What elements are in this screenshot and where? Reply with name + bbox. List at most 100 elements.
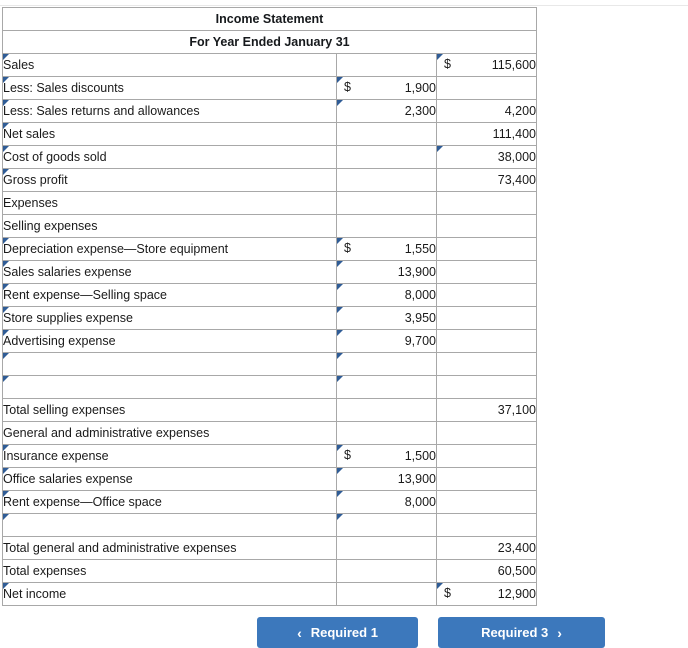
- account-select-cell[interactable]: [2, 375, 337, 399]
- detail-amount-input[interactable]: 8,000: [336, 283, 437, 307]
- detail-amount-input[interactable]: 3,950: [336, 306, 437, 330]
- account-select-cell[interactable]: [2, 513, 337, 537]
- total-amount-cell: [435, 237, 538, 261]
- statement-row: Total expenses 60,500: [2, 559, 538, 583]
- total-amount-value: 4,200: [504, 103, 537, 118]
- statement-row: Cost of goods sold 38,000: [2, 145, 538, 169]
- detail-amount-value: 1,500: [404, 448, 436, 463]
- account-select-cell[interactable]: Rent expense—Selling space: [2, 283, 337, 307]
- account-label-cell: Total expenses: [2, 559, 337, 583]
- account-label-cell: Selling expenses: [2, 214, 337, 238]
- account-select-cell[interactable]: Advertising expense: [2, 329, 337, 353]
- total-amount-cell: 4,200: [435, 99, 538, 123]
- account-select-cell[interactable]: Depreciation expense—Store equipment: [2, 237, 337, 261]
- detail-amount-cell: [336, 536, 437, 560]
- detail-amount-value: 1,550: [404, 241, 436, 256]
- total-amount-value: 115,600: [491, 57, 537, 72]
- account-select-cell[interactable]: Gross profit: [2, 168, 337, 192]
- statement-row: [2, 375, 538, 399]
- account-select-cell[interactable]: [2, 352, 337, 376]
- statement-row: Net sales 111,400: [2, 122, 538, 146]
- detail-amount-input[interactable]: $1,500: [336, 444, 437, 468]
- chevron-left-icon: ‹: [297, 624, 302, 641]
- account-select-cell[interactable]: Rent expense—Office space: [2, 490, 337, 514]
- detail-amount-cell: [336, 214, 437, 238]
- account-select-cell[interactable]: Sales salaries expense: [2, 260, 337, 284]
- detail-amount-value: 3,950: [404, 310, 436, 325]
- detail-amount-value: 13,900: [397, 264, 436, 279]
- statement-period: For Year Ended January 31: [1, 30, 538, 54]
- detail-amount-value: 1,900: [404, 80, 436, 95]
- statement-title: Income Statement: [1, 7, 538, 31]
- statement-row: Rent expense—Office space 8,000: [2, 490, 538, 514]
- total-amount-input[interactable]: $12,900: [435, 582, 538, 606]
- account-select-cell[interactable]: Sales: [2, 53, 337, 77]
- total-amount-value: 73,400: [497, 172, 537, 187]
- total-amount-cell: 73,400: [435, 168, 538, 192]
- detail-amount-input[interactable]: 2,300: [336, 99, 437, 123]
- total-amount-cell: [435, 490, 538, 514]
- account-label-cell: Total general and administrative expense…: [2, 536, 337, 560]
- total-amount-cell: [435, 76, 538, 100]
- currency-symbol: $: [344, 241, 351, 255]
- statement-period-row: For Year Ended January 31: [1, 30, 538, 54]
- account-select-cell[interactable]: Less: Sales returns and allowances: [2, 99, 337, 123]
- detail-amount-input[interactable]: 13,900: [336, 260, 437, 284]
- total-amount-cell: [435, 306, 538, 330]
- detail-amount-input[interactable]: $1,550: [336, 237, 437, 261]
- statement-row: Total selling expenses 37,100: [2, 398, 538, 422]
- previous-requirement-button[interactable]: ‹ Required 1: [257, 617, 418, 648]
- next-requirement-button[interactable]: Required 3 ›: [438, 617, 605, 648]
- detail-amount-value: 8,000: [404, 287, 436, 302]
- detail-amount-input[interactable]: 13,900: [336, 467, 437, 491]
- chevron-right-icon: ›: [557, 624, 562, 641]
- total-amount-cell: [435, 214, 538, 238]
- navigation-button-row: ‹ Required 1 Required 3 ›: [0, 617, 688, 648]
- total-amount-input[interactable]: $115,600: [435, 53, 538, 77]
- statement-row: Store supplies expense 3,950: [2, 306, 538, 330]
- account-select-cell[interactable]: Net sales: [2, 122, 337, 146]
- detail-amount-input[interactable]: [336, 375, 437, 399]
- detail-amount-value: 2,300: [404, 103, 436, 118]
- total-amount-value: 38,000: [497, 149, 537, 164]
- account-label-cell: Total selling expenses: [2, 398, 337, 422]
- total-amount-value: 23,400: [497, 540, 537, 555]
- detail-amount-input[interactable]: $1,900: [336, 76, 437, 100]
- statement-row: Selling expenses: [2, 214, 538, 238]
- detail-amount-input[interactable]: [336, 513, 437, 537]
- detail-amount-input[interactable]: 8,000: [336, 490, 437, 514]
- account-select-cell[interactable]: Cost of goods sold: [2, 145, 337, 169]
- statement-row: Sales $115,600: [2, 53, 538, 77]
- total-amount-cell: [435, 375, 538, 399]
- total-amount-cell: 23,400: [435, 536, 538, 560]
- account-label-cell: General and administrative expenses: [2, 421, 337, 445]
- total-amount-cell: 60,500: [435, 559, 538, 583]
- total-amount-cell: [435, 421, 538, 445]
- total-amount-input[interactable]: 38,000: [435, 145, 538, 169]
- statement-row: Gross profit 73,400: [2, 168, 538, 192]
- detail-amount-cell: [336, 145, 437, 169]
- detail-amount-input[interactable]: [336, 352, 437, 376]
- detail-amount-cell: [336, 559, 437, 583]
- total-amount-cell: [435, 283, 538, 307]
- total-amount-cell: [435, 260, 538, 284]
- total-amount-cell: [435, 191, 538, 215]
- statement-row: [2, 352, 538, 376]
- statement-row: Office salaries expense 13,900: [2, 467, 538, 491]
- account-select-cell[interactable]: Insurance expense: [2, 444, 337, 468]
- detail-amount-input[interactable]: 9,700: [336, 329, 437, 353]
- total-amount-cell: [435, 329, 538, 353]
- statement-row: [2, 513, 538, 537]
- detail-amount-cell: [336, 398, 437, 422]
- statement-row: Less: Sales returns and allowances 2,300 4…: [2, 99, 538, 123]
- total-amount-cell: 37,100: [435, 398, 538, 422]
- statement-row: Sales salaries expense 13,900: [2, 260, 538, 284]
- detail-amount-value: 9,700: [404, 333, 436, 348]
- account-select-cell[interactable]: Less: Sales discounts: [2, 76, 337, 100]
- account-select-cell[interactable]: Net income: [2, 582, 337, 606]
- account-select-cell[interactable]: Store supplies expense: [2, 306, 337, 330]
- total-amount-value: 111,400: [492, 126, 537, 141]
- detail-amount-cell: [336, 421, 437, 445]
- account-select-cell[interactable]: Office salaries expense: [2, 467, 337, 491]
- statement-title-row: Income Statement: [1, 7, 538, 31]
